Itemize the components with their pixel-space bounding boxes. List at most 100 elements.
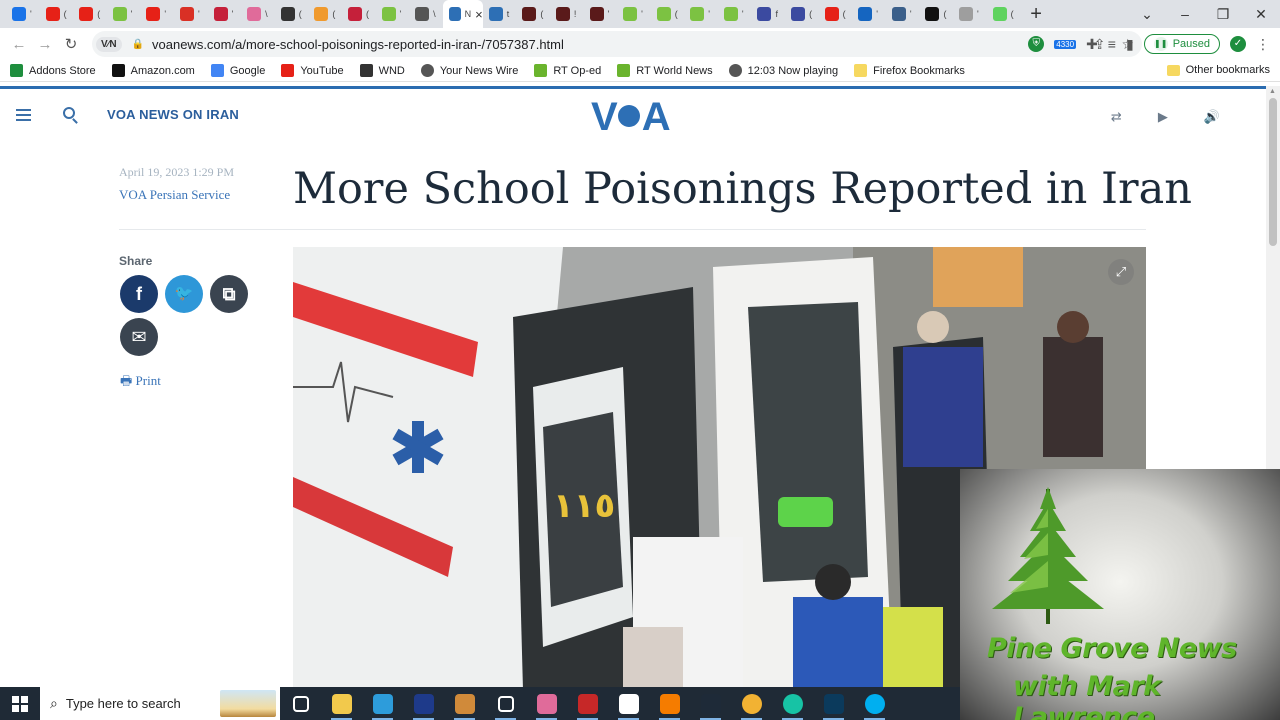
restore-button[interactable]: ❐ <box>1204 6 1242 23</box>
bookmark-item[interactable]: RT Op-ed <box>534 64 601 77</box>
browser-tab[interactable]: \ <box>409 0 443 28</box>
browser-tab[interactable]: f <box>751 0 785 28</box>
taskbar-app[interactable] <box>649 687 690 720</box>
browser-tab[interactable]: ( <box>308 0 342 28</box>
browser-tab[interactable]: ' <box>6 0 40 28</box>
browser-tab[interactable]: \ <box>241 0 275 28</box>
other-bookmarks[interactable]: Other bookmarks <box>1166 64 1270 76</box>
browser-tab[interactable]: ' <box>584 0 618 28</box>
rt-icon <box>617 64 631 77</box>
search-icon[interactable] <box>63 107 75 119</box>
close-tab-icon[interactable]: × <box>475 7 483 22</box>
print-button[interactable]: 🖶 Print <box>120 372 161 394</box>
browser-tab[interactable]: ! <box>550 0 584 28</box>
bookmark-item[interactable]: Google <box>210 64 265 77</box>
profile-paused-button[interactable]: ❚❚ Paused <box>1143 34 1220 54</box>
bookmark-item[interactable]: 12:03 Now playing <box>728 64 838 77</box>
browser-tab[interactable]: ' <box>684 0 718 28</box>
email-share-button[interactable]: ✉ <box>120 318 158 356</box>
scroll-up-icon[interactable]: ▲ <box>1269 88 1276 95</box>
shield-extension-icon[interactable]: ⛨ <box>1028 36 1045 52</box>
browser-tab[interactable]: ( <box>342 0 376 28</box>
address-bar[interactable]: V⁄N 🔒 voanews.com/a/more-school-poisonin… <box>92 31 1142 57</box>
browser-tab[interactable]: ' <box>886 0 920 28</box>
back-arrow-icon[interactable]: ← <box>6 36 32 53</box>
chevron-down-icon[interactable]: ⌄ <box>1128 6 1166 23</box>
reload-icon[interactable]: ↻ <box>58 35 84 53</box>
bookmark-item[interactable]: Your News Wire <box>420 64 518 77</box>
extension-badge[interactable]: 4330 <box>1054 39 1077 49</box>
security-check-icon[interactable]: ✓ <box>1230 36 1246 52</box>
browser-tab[interactable]: ' <box>953 0 987 28</box>
browser-tab[interactable]: ' <box>174 0 208 28</box>
taskbar-app[interactable] <box>690 687 731 720</box>
browser-tab[interactable]: ( <box>785 0 819 28</box>
expand-icon[interactable]: ⤢ <box>1108 259 1134 285</box>
browser-tab[interactable]: ' <box>140 0 174 28</box>
browser-tab[interactable]: ( <box>40 0 74 28</box>
taskbar-search-placeholder: Type here to search <box>65 696 181 711</box>
taskbar-search-box[interactable]: ⌕ Type here to search <box>40 687 280 720</box>
browser-tab[interactable]: ( <box>73 0 107 28</box>
facebook-share-button[interactable]: f <box>120 275 158 313</box>
browser-tab[interactable]: ( <box>919 0 953 28</box>
url-text[interactable]: voanews.com/a/more-school-poisonings-rep… <box>152 37 564 52</box>
taskbar-app[interactable] <box>731 687 772 720</box>
bookmark-item[interactable]: Firefox Bookmarks <box>854 64 965 77</box>
translate-icon[interactable]: ⇄ <box>1111 109 1122 125</box>
article-source[interactable]: VOA Persian Service <box>119 187 230 203</box>
taskbar-app[interactable] <box>854 687 895 720</box>
bookmark-item[interactable]: YouTube <box>281 64 344 77</box>
taskbar-app[interactable] <box>813 687 854 720</box>
speaker-icon[interactable]: 🔊 <box>1204 109 1220 125</box>
browser-toolbar: ← → ↻ V⁄N 🔒 voanews.com/a/more-school-po… <box>0 28 1280 60</box>
scrollbar-thumb[interactable] <box>1269 98 1277 246</box>
taskbar-app[interactable] <box>403 687 444 720</box>
taskbar-app[interactable] <box>362 687 403 720</box>
close-window-button[interactable]: ✕ <box>1242 6 1280 23</box>
minimize-button[interactable]: – <box>1166 6 1204 22</box>
browser-tab[interactable]: t <box>483 0 517 28</box>
browser-tab[interactable]: ( <box>275 0 309 28</box>
pause-icon: ❚❚ <box>1153 37 1168 51</box>
taskbar-app[interactable] <box>321 687 362 720</box>
taskbar-app[interactable] <box>485 687 526 720</box>
bookmark-item[interactable]: WND <box>359 64 405 77</box>
section-title[interactable]: VOA NEWS ON IRAN <box>107 107 239 122</box>
browser-tab[interactable]: ( <box>987 0 1021 28</box>
taskbar-app[interactable] <box>772 687 813 720</box>
bookmark-item[interactable]: Amazon.com <box>111 64 195 77</box>
taskbar-app[interactable] <box>444 687 485 720</box>
browser-tab[interactable]: ( <box>516 0 550 28</box>
bookmark-item[interactable]: Addons Store <box>10 64 96 77</box>
taskbar-app[interactable] <box>567 687 608 720</box>
video-camera-icon[interactable]: ▶ <box>1158 109 1168 125</box>
bookmark-item[interactable]: RT World News <box>617 64 713 77</box>
browser-tab[interactable]: ' <box>852 0 886 28</box>
browser-tab[interactable]: ' <box>107 0 141 28</box>
site-info-chip[interactable]: V⁄N <box>96 36 122 52</box>
taskbar-app[interactable] <box>280 687 321 720</box>
hamburger-menu-icon[interactable] <box>16 109 31 124</box>
browser-tab[interactable]: ( <box>651 0 685 28</box>
windows-logo-icon <box>12 695 28 712</box>
forward-arrow-icon[interactable]: → <box>32 36 58 53</box>
more-menu-icon[interactable]: ⋮ <box>1256 36 1270 53</box>
lock-icon[interactable]: 🔒 <box>132 39 144 50</box>
start-button[interactable] <box>0 687 40 720</box>
puzzle-extensions-icon[interactable]: ✚ <box>1086 36 1098 53</box>
browser-tab[interactable]: ' <box>208 0 242 28</box>
reading-list-icon[interactable]: ≡ <box>1108 36 1116 52</box>
browser-tab[interactable]: ' <box>617 0 651 28</box>
new-tab-button[interactable]: + <box>1030 3 1042 26</box>
browser-tab[interactable]: ' <box>376 0 410 28</box>
voa-logo[interactable]: VA <box>591 97 671 137</box>
taskbar-app[interactable] <box>608 687 649 720</box>
browser-tab[interactable]: ( <box>819 0 853 28</box>
copy-link-button[interactable]: ⧉ <box>210 275 248 313</box>
browser-tab[interactable]: N × <box>442 0 483 28</box>
taskbar-app[interactable] <box>526 687 567 720</box>
twitter-share-button[interactable]: 🐦 <box>165 275 203 313</box>
side-panel-icon[interactable]: ▮ <box>1126 36 1134 53</box>
browser-tab[interactable]: ' <box>718 0 752 28</box>
